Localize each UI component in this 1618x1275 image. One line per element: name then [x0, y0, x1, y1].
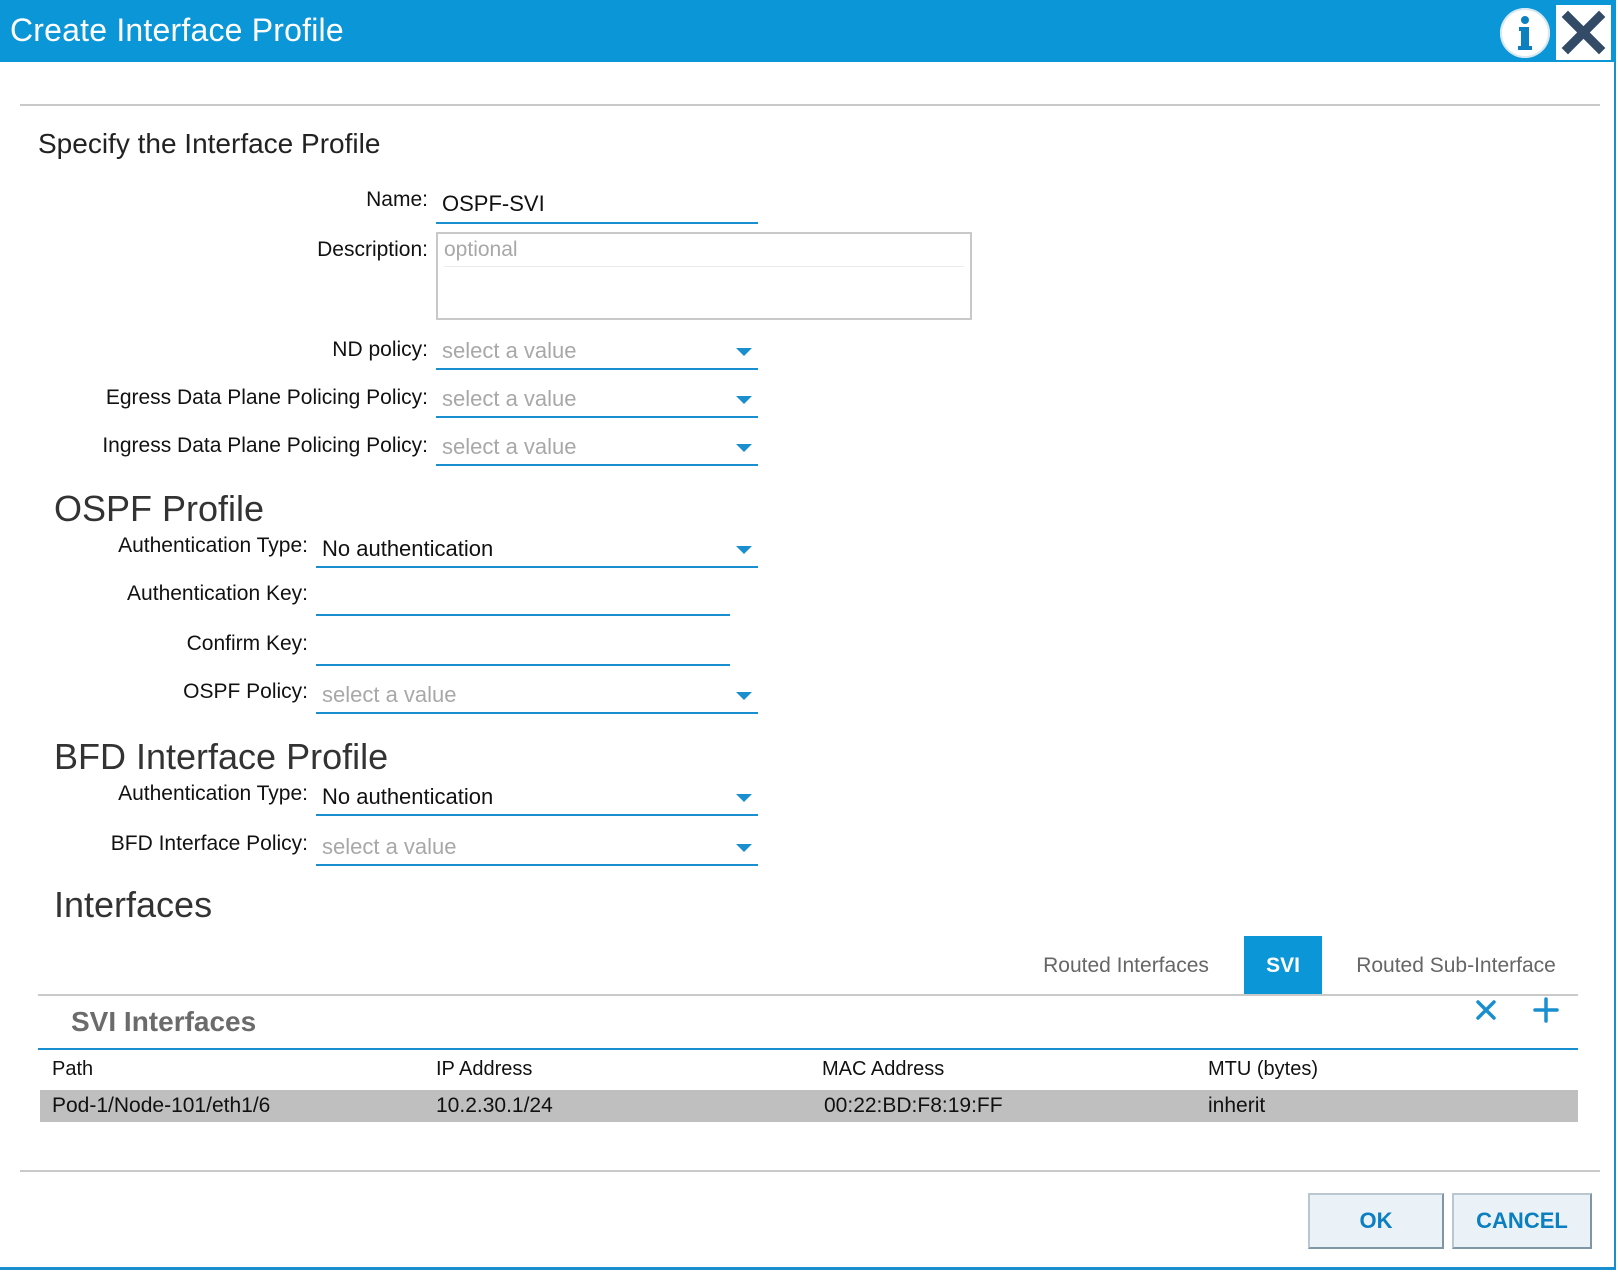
nd-policy-select[interactable]: select a value [436, 332, 758, 370]
bfd-profile-title: BFD Interface Profile [54, 736, 389, 777]
bfd-policy-label: BFD Interface Policy: [110, 832, 308, 855]
ingress-policy-value: select a value [442, 434, 577, 459]
dialog-title: Create Interface Profile [10, 12, 344, 48]
tab-svi[interactable]: SVI [1244, 936, 1322, 996]
dialog-titlebar: Create Interface Profile [0, 0, 1616, 62]
nd-policy-value: select a value [442, 338, 577, 363]
egress-policy-value: select a value [442, 386, 577, 411]
footer-divider [20, 1170, 1600, 1172]
table-row[interactable] [40, 1090, 1578, 1122]
description-label: Description: [317, 238, 428, 261]
tab-routed-sub-interface[interactable]: Routed Sub-Interface [1340, 936, 1572, 996]
tabs-divider [38, 994, 1578, 996]
egress-policy-label: Egress Data Plane Policing Policy: [105, 386, 428, 409]
cancel-button[interactable]: CANCEL [1452, 1193, 1592, 1249]
ospf-auth-key-input[interactable] [322, 578, 724, 614]
ospf-confirm-key-field[interactable] [316, 628, 730, 666]
table-header-divider [38, 1048, 1578, 1050]
row-mac-address: 00:22:BD:F8:19:FF [824, 1094, 1003, 1117]
name-input[interactable] [442, 186, 752, 222]
name-label: Name: [366, 188, 428, 211]
ingress-policy-label: Ingress Data Plane Policing Policy: [102, 434, 428, 457]
ospf-confirm-key-label: Confirm Key: [186, 632, 308, 655]
column-header-path[interactable]: Path [52, 1058, 93, 1081]
column-header-ip-address[interactable]: IP Address [436, 1058, 532, 1081]
column-header-mtu[interactable]: MTU (bytes) [1208, 1058, 1318, 1081]
ospf-auth-type-value: No authentication [322, 536, 494, 561]
chevron-down-icon [736, 546, 752, 554]
x-icon[interactable] [1472, 996, 1500, 1024]
ospf-auth-type-select[interactable]: No authentication [316, 530, 758, 568]
description-field[interactable] [436, 232, 972, 320]
chevron-down-icon [736, 444, 752, 452]
chevron-down-icon [736, 844, 752, 852]
ospf-confirm-key-input[interactable] [322, 628, 724, 664]
name-field[interactable] [436, 186, 758, 224]
ingress-policy-select[interactable]: select a value [436, 428, 758, 466]
ospf-auth-type-label: Authentication Type: [118, 534, 308, 557]
chevron-down-icon [736, 396, 752, 404]
create-interface-profile-dialog: Create Interface Profile Specify the Int… [0, 0, 1616, 1270]
nd-policy-label: ND policy: [332, 338, 428, 361]
bfd-auth-type-label: Authentication Type: [118, 782, 308, 805]
svi-interfaces-title: SVI Interfaces [71, 1006, 257, 1037]
row-path: Pod-1/Node-101/eth1/6 [52, 1094, 271, 1117]
chevron-down-icon [736, 348, 752, 356]
ok-button[interactable]: OK [1308, 1193, 1444, 1249]
bfd-policy-select[interactable]: select a value [316, 828, 758, 866]
ospf-policy-label: OSPF Policy: [183, 680, 308, 703]
ospf-auth-key-field[interactable] [316, 578, 730, 616]
chevron-down-icon [736, 692, 752, 700]
tab-routed-interfaces[interactable]: Routed Interfaces [1026, 936, 1226, 996]
chevron-down-icon [736, 794, 752, 802]
header-divider [20, 104, 1600, 106]
info-icon[interactable] [1500, 8, 1550, 58]
row-ip-address: 10.2.30.1/24 [436, 1094, 553, 1117]
bfd-auth-type-select[interactable]: No authentication [316, 778, 758, 816]
description-input[interactable] [438, 234, 970, 318]
interfaces-title: Interfaces [54, 884, 213, 925]
bfd-policy-value: select a value [322, 834, 457, 859]
column-header-mac-address[interactable]: MAC Address [822, 1058, 944, 1081]
bfd-auth-type-value: No authentication [322, 784, 494, 809]
close-icon[interactable] [1556, 5, 1611, 60]
section-title: Specify the Interface Profile [38, 128, 381, 159]
ospf-policy-select[interactable]: select a value [316, 676, 758, 714]
row-mtu: inherit [1208, 1094, 1266, 1117]
egress-policy-select[interactable]: select a value [436, 380, 758, 418]
ospf-profile-title: OSPF Profile [54, 488, 265, 529]
plus-icon[interactable] [1532, 996, 1560, 1024]
ospf-policy-value: select a value [322, 682, 457, 707]
ospf-auth-key-label: Authentication Key: [127, 582, 308, 605]
